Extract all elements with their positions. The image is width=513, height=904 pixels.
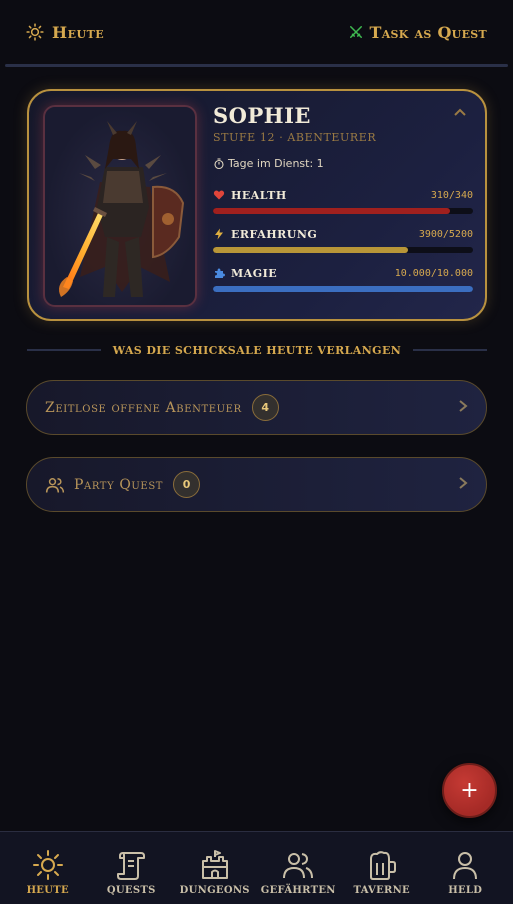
open-adventures-button[interactable]: Zeitlose offene Abenteuer 4 xyxy=(26,380,487,435)
puzzle-icon xyxy=(215,268,225,278)
header-divider xyxy=(5,64,508,67)
hero-card[interactable]: SOPHIE STUFE 12 · ABENTEURER Tage im Die… xyxy=(27,89,487,321)
task-as-quest-label: Task as Quest xyxy=(369,22,487,42)
nav-gefaehrten[interactable]: GEFÄHRTEN xyxy=(257,832,341,904)
nav-label: TAVERNE xyxy=(353,885,410,896)
person-icon xyxy=(453,852,478,880)
hero-level-class: STUFE 12 · ABENTEURER xyxy=(213,131,377,144)
nav-label: GEFÄHRTEN xyxy=(260,885,336,896)
stat-value: 3900/5200 xyxy=(418,228,473,240)
party-quest-label: Party Quest xyxy=(74,476,164,493)
chevron-right-icon xyxy=(458,475,468,494)
nav-label: HEUTE xyxy=(26,885,69,896)
beer-mug-icon xyxy=(369,851,396,880)
health-bar xyxy=(213,208,473,214)
experience-bar-fill xyxy=(213,247,408,253)
bottom-navigation: HEUTE QUESTS DUNGEONS GEFÄHRTEN TAVERNE … xyxy=(0,831,513,904)
heart-icon xyxy=(213,190,225,200)
hero-name: SOPHIE xyxy=(213,103,311,128)
open-adventures-count: 4 xyxy=(251,394,279,421)
add-quest-button[interactable]: + xyxy=(442,763,497,818)
stat-value: 10.000/10.000 xyxy=(394,267,473,279)
nav-dungeons[interactable]: DUNGEONS xyxy=(173,832,257,904)
nav-label: DUNGEONS xyxy=(179,885,250,896)
stat-experience: ERFAHRUNG 3900/5200 xyxy=(213,226,473,253)
warrior-portrait-image xyxy=(59,121,185,297)
stopwatch-icon xyxy=(214,157,224,169)
stat-label: HEALTH xyxy=(231,188,287,202)
task-as-quest-button[interactable]: Task as Quest xyxy=(349,23,487,42)
today-header[interactable]: Heute xyxy=(26,23,104,42)
people-icon xyxy=(45,477,65,493)
chevron-right-icon xyxy=(458,398,468,417)
section-title-text: WAS DIE SCHICKSALE HEUTE VERLANGEN xyxy=(112,343,402,357)
sun-icon xyxy=(26,23,44,41)
divider-line xyxy=(27,349,101,351)
hero-portrait xyxy=(43,105,197,307)
nav-heute[interactable]: HEUTE xyxy=(6,832,90,904)
section-title: WAS DIE SCHICKSALE HEUTE VERLANGEN xyxy=(27,340,487,360)
nav-label: HELD xyxy=(448,885,483,896)
stat-label: ERFAHRUNG xyxy=(231,227,318,241)
divider-line xyxy=(413,349,487,351)
lightning-icon xyxy=(215,228,223,240)
stat-label: MAGIE xyxy=(231,266,278,280)
party-quest-button[interactable]: Party Quest 0 xyxy=(26,457,487,512)
experience-bar xyxy=(213,247,473,253)
stat-magic: MAGIE 10.000/10.000 xyxy=(213,265,473,292)
magic-bar xyxy=(213,286,473,292)
nav-quests[interactable]: QUESTS xyxy=(90,832,174,904)
party-quest-count: 0 xyxy=(173,471,201,498)
people-icon xyxy=(283,853,314,879)
nav-taverne[interactable]: TAVERNE xyxy=(340,832,424,904)
days-label: Tage im Dienst: 1 xyxy=(228,157,324,170)
magic-bar-fill xyxy=(213,286,473,292)
open-adventures-label: Zeitlose offene Abenteuer xyxy=(45,399,242,416)
sun-icon xyxy=(32,850,63,880)
today-title: Heute xyxy=(52,22,105,42)
stat-health: HEALTH 310/340 xyxy=(213,187,473,214)
nav-held[interactable]: HELD xyxy=(424,832,508,904)
castle-icon xyxy=(201,850,228,879)
health-bar-fill xyxy=(213,208,450,214)
nav-label: QUESTS xyxy=(106,885,156,896)
chevron-up-icon xyxy=(454,108,466,116)
top-bar: Heute Task as Quest xyxy=(0,0,513,64)
days-in-service: Tage im Dienst: 1 xyxy=(213,157,324,170)
crossed-swords-icon xyxy=(350,25,363,39)
stat-value: 310/340 xyxy=(430,189,473,201)
collapse-button[interactable] xyxy=(453,105,467,121)
scroll-icon xyxy=(117,852,146,880)
